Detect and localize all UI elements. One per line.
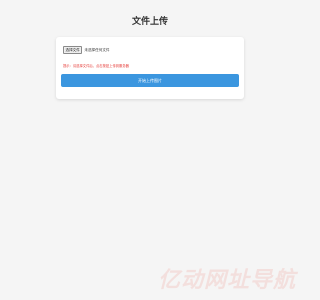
file-picker: 选择文件 未选择任何文件 — [63, 46, 110, 54]
upload-card: 选择文件 未选择任何文件 提示：请选择文件后，点击按钮上传到服务器 开始上传图片 — [56, 37, 244, 99]
upload-submit-button[interactable]: 开始上传图片 — [61, 74, 239, 87]
upload-hint: 提示：请选择文件后，点击按钮上传到服务器 — [63, 64, 129, 68]
choose-file-button[interactable]: 选择文件 — [63, 46, 83, 54]
file-status-text: 未选择任何文件 — [84, 47, 110, 52]
watermark-logo: 亿动网址导航 — [157, 267, 296, 292]
page-title: 文件上传 — [131, 16, 168, 26]
